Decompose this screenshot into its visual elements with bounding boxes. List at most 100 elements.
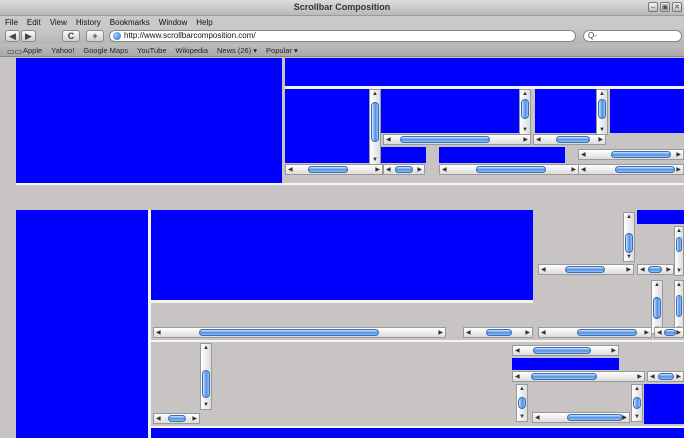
scroll-down-arrow[interactable]: ▼ [520, 127, 530, 133]
forward-button[interactable]: ▶ [21, 30, 36, 42]
bookmark-apple[interactable]: Apple [23, 46, 42, 55]
scroll-thumb[interactable] [676, 237, 682, 252]
menu-history[interactable]: History [76, 18, 101, 27]
bookmark-popular[interactable]: Popular ▾ [266, 46, 298, 55]
scroll-thumb[interactable] [615, 166, 675, 173]
scroll-thumb[interactable] [611, 151, 671, 158]
horizontal-scrollbar[interactable]: ◀ ▶ [439, 164, 579, 175]
scroll-thumb[interactable] [308, 166, 348, 173]
scroll-right-arrow[interactable]: ▶ [438, 329, 443, 336]
scroll-up-arrow[interactable]: ▲ [520, 91, 530, 97]
scroll-down-arrow[interactable]: ▼ [632, 414, 642, 420]
scroll-left-arrow[interactable]: ◀ [386, 166, 391, 173]
menu-help[interactable]: Help [196, 18, 212, 27]
horizontal-scrollbar[interactable]: ◀ ▶ [383, 164, 425, 175]
scroll-thumb[interactable] [653, 297, 661, 319]
bookmark-yahoo[interactable]: Yahoo! [51, 46, 74, 55]
maximize-button[interactable]: ▣ [660, 2, 670, 12]
vertical-scrollbar[interactable]: ▲ ▼ [596, 89, 608, 135]
scroll-left-arrow[interactable]: ◀ [288, 166, 293, 173]
scroll-thumb[interactable] [531, 373, 597, 380]
horizontal-scrollbar[interactable]: ◀ ▶ [285, 164, 383, 175]
menu-file[interactable]: File [5, 18, 18, 27]
scroll-right-arrow[interactable]: ▶ [417, 166, 422, 173]
scroll-thumb[interactable] [648, 266, 662, 273]
scroll-thumb[interactable] [565, 266, 605, 273]
scroll-left-arrow[interactable]: ◀ [650, 373, 655, 380]
scroll-thumb[interactable] [400, 136, 490, 143]
horizontal-scrollbar[interactable]: ◀ ▶ [538, 327, 652, 338]
horizontal-scrollbar[interactable]: ◀ ▶ [153, 413, 200, 424]
scroll-thumb[interactable] [664, 329, 676, 336]
scroll-up-arrow[interactable]: ▲ [652, 282, 662, 288]
horizontal-scrollbar[interactable]: ◀ ▶ [654, 327, 684, 338]
scroll-left-arrow[interactable]: ◀ [541, 266, 546, 273]
add-bookmark-button[interactable]: + [86, 30, 104, 42]
scroll-right-arrow[interactable]: ▶ [626, 266, 631, 273]
bookmark-google-maps[interactable]: Google Maps [83, 46, 128, 55]
scroll-thumb[interactable] [199, 329, 379, 336]
scroll-up-arrow[interactable]: ▲ [624, 214, 634, 220]
back-button[interactable]: ◀ [5, 30, 20, 42]
scroll-right-arrow[interactable]: ▶ [192, 415, 197, 422]
close-button[interactable]: ✕ [672, 2, 682, 12]
scroll-thumb[interactable] [486, 329, 512, 336]
scroll-right-arrow[interactable]: ▶ [375, 166, 380, 173]
scroll-right-arrow[interactable]: ▶ [676, 151, 681, 158]
scroll-thumb[interactable] [202, 370, 210, 398]
scroll-thumb[interactable] [598, 99, 606, 119]
scroll-down-arrow[interactable]: ▼ [675, 268, 683, 274]
scroll-up-arrow[interactable]: ▲ [632, 386, 642, 392]
scroll-thumb[interactable] [633, 397, 641, 409]
vertical-scrollbar[interactable]: ▲ ▼ [200, 343, 212, 410]
scroll-right-arrow[interactable]: ▶ [571, 166, 576, 173]
scroll-left-arrow[interactable]: ◀ [515, 373, 520, 380]
scroll-left-arrow[interactable]: ◀ [515, 347, 520, 354]
menu-bookmarks[interactable]: Bookmarks [110, 18, 150, 27]
vertical-scrollbar[interactable]: ▲ ▼ [369, 89, 381, 165]
horizontal-scrollbar[interactable]: ◀ ▶ [578, 164, 684, 175]
scroll-right-arrow[interactable]: ▶ [666, 266, 671, 273]
scroll-left-arrow[interactable]: ◀ [386, 136, 391, 143]
scroll-thumb[interactable] [676, 295, 682, 317]
vertical-scrollbar[interactable]: ▲ ▼ [516, 384, 528, 422]
scroll-up-arrow[interactable]: ▲ [675, 282, 683, 288]
scroll-right-arrow[interactable]: ▶ [644, 329, 649, 336]
horizontal-scrollbar[interactable]: ◀ ▶ [512, 345, 619, 356]
scroll-down-arrow[interactable]: ▼ [517, 414, 527, 420]
horizontal-scrollbar[interactable]: ◀ ▶ [647, 371, 684, 382]
scroll-up-arrow[interactable]: ▲ [675, 228, 683, 234]
scroll-thumb[interactable] [567, 414, 623, 421]
horizontal-scrollbar[interactable]: ◀ ▶ [533, 134, 606, 145]
scroll-right-arrow[interactable]: ▶ [525, 329, 530, 336]
vertical-scrollbar[interactable]: ▲ ▼ [631, 384, 643, 422]
horizontal-scrollbar[interactable]: ◀ ▶ [512, 371, 645, 382]
scroll-left-arrow[interactable]: ◀ [657, 329, 662, 336]
scroll-up-arrow[interactable]: ▲ [201, 345, 211, 351]
scroll-up-arrow[interactable]: ▲ [370, 91, 380, 97]
menu-window[interactable]: Window [159, 18, 187, 27]
bookmark-youtube[interactable]: YouTube [137, 46, 166, 55]
scroll-down-arrow[interactable]: ▼ [370, 157, 380, 163]
scroll-thumb[interactable] [658, 373, 674, 380]
scroll-left-arrow[interactable]: ◀ [581, 151, 586, 158]
scroll-left-arrow[interactable]: ◀ [541, 329, 546, 336]
horizontal-scrollbar[interactable]: ◀ ▶ [463, 327, 533, 338]
horizontal-scrollbar[interactable]: ◀ ▶ [383, 134, 531, 145]
book-icon[interactable]: ▭▭ [7, 47, 22, 56]
scroll-thumb[interactable] [533, 347, 591, 354]
scroll-thumb[interactable] [518, 397, 526, 409]
horizontal-scrollbar[interactable]: ◀ ▶ [532, 412, 630, 423]
address-bar[interactable]: http://www.scrollbarcomposition.com/ [109, 30, 576, 42]
vertical-scrollbar[interactable]: ▲ ▼ [623, 212, 635, 262]
scroll-right-arrow[interactable]: ▶ [611, 347, 616, 354]
scroll-left-arrow[interactable]: ◀ [156, 415, 161, 422]
scroll-thumb[interactable] [395, 166, 413, 173]
scroll-left-arrow[interactable]: ◀ [536, 136, 541, 143]
scroll-thumb[interactable] [556, 136, 590, 143]
scroll-thumb[interactable] [577, 329, 637, 336]
scroll-down-arrow[interactable]: ▼ [597, 127, 607, 133]
scroll-left-arrow[interactable]: ◀ [442, 166, 447, 173]
scroll-thumb[interactable] [371, 102, 379, 142]
scroll-up-arrow[interactable]: ▲ [597, 91, 607, 97]
